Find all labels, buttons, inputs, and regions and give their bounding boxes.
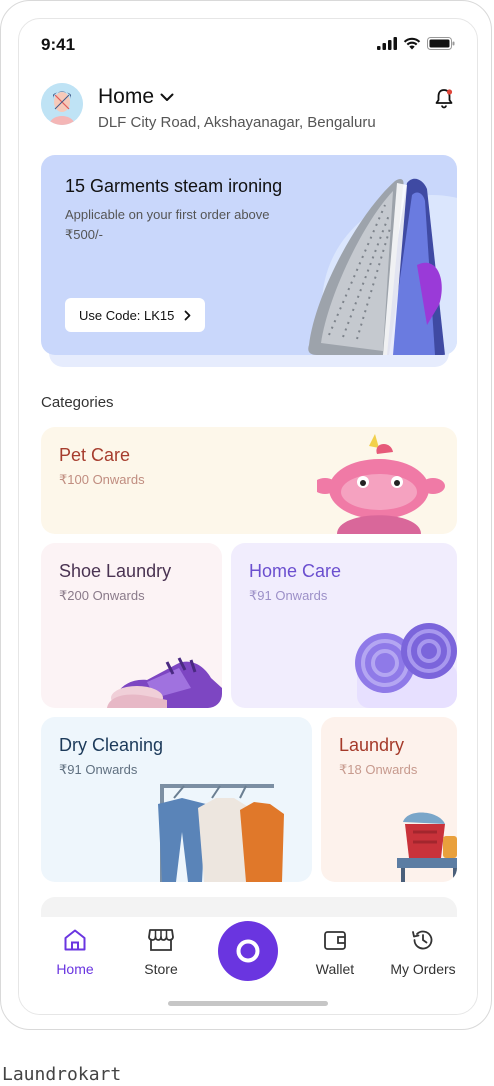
cellular-signal-icon bbox=[377, 37, 397, 50]
battery-icon bbox=[427, 37, 455, 50]
promo-code-button[interactable]: Use Code: LK15 bbox=[65, 298, 206, 332]
location-header: Home DLF City Road, Akshayanagar, Bengal… bbox=[41, 83, 455, 135]
wallet-icon bbox=[324, 931, 346, 950]
status-time: 9:41 bbox=[41, 35, 76, 54]
nav-store[interactable]: Store bbox=[121, 927, 201, 977]
category-subtitle: ₹91 Onwards bbox=[59, 762, 138, 777]
nav-home[interactable]: Home bbox=[35, 927, 115, 977]
location-title: Home bbox=[98, 85, 155, 108]
shoes-illustration bbox=[107, 657, 222, 708]
category-subtitle: ₹100 Onwards bbox=[59, 472, 145, 487]
category-title: Laundry bbox=[339, 735, 405, 755]
category-subtitle: ₹200 Onwards bbox=[59, 588, 145, 603]
phone-screen: 9:41 Home DLF City Road, Akshayanagar, B… bbox=[18, 18, 478, 1015]
rolled-towels-illustration bbox=[355, 623, 457, 708]
category-title: Pet Care bbox=[59, 445, 131, 465]
location-address: DLF City Road, Akshayanagar, Bengaluru bbox=[98, 114, 376, 131]
bottom-navigation: Home Store Wallet My Orders bbox=[19, 917, 477, 1014]
notifications-button[interactable] bbox=[433, 87, 455, 114]
history-icon bbox=[412, 930, 433, 950]
category-title: Dry Cleaning bbox=[59, 735, 164, 755]
promo-banner[interactable]: 15 Garments steam ironing Applicable on … bbox=[41, 155, 457, 355]
nav-label: Wallet bbox=[315, 961, 355, 977]
chevron-down-icon bbox=[160, 93, 174, 101]
category-title: Shoe Laundry bbox=[59, 561, 172, 581]
promo-title: 15 Garments steam ironing bbox=[65, 176, 283, 196]
circle-icon bbox=[236, 939, 260, 963]
category-card-laundry[interactable]: Laundry ₹18 Onwards bbox=[321, 717, 457, 882]
category-title: Home Care bbox=[249, 561, 342, 581]
nav-label: My Orders bbox=[390, 961, 456, 977]
quick-action-button[interactable] bbox=[218, 921, 278, 981]
home-indicator bbox=[168, 1001, 328, 1006]
chevron-right-icon bbox=[185, 310, 191, 320]
laundry-basket-illustration bbox=[397, 812, 457, 882]
nav-label: Store bbox=[144, 961, 178, 977]
device-frame: 9:41 Home DLF City Road, Akshayanagar, B… bbox=[0, 0, 492, 1030]
clothes-rack-illustration bbox=[158, 784, 284, 882]
status-bar: 9:41 bbox=[41, 35, 455, 57]
avatar[interactable] bbox=[41, 83, 83, 125]
category-subtitle: ₹18 Onwards bbox=[339, 762, 418, 777]
category-card-home-care[interactable]: Home Care ₹91 Onwards bbox=[231, 543, 457, 708]
app-caption: Laundrokart bbox=[2, 1064, 122, 1085]
steam-iron-illustration bbox=[308, 178, 457, 355]
nav-wallet[interactable]: Wallet bbox=[295, 927, 375, 977]
location-selector[interactable]: Home bbox=[98, 85, 174, 109]
nav-my-orders[interactable]: My Orders bbox=[381, 927, 465, 977]
user-avatar-icon bbox=[41, 83, 83, 125]
category-card-shoe-laundry[interactable]: Shoe Laundry ₹200 Onwards bbox=[41, 543, 222, 708]
store-icon bbox=[148, 929, 174, 951]
category-card-dry-cleaning[interactable]: Dry Cleaning ₹91 Onwards bbox=[41, 717, 312, 882]
wifi-icon bbox=[403, 37, 421, 50]
pet-mascot-illustration bbox=[317, 434, 445, 534]
promo-code-label: Use Code: LK15 bbox=[79, 307, 175, 323]
categories-heading: Categories bbox=[41, 394, 114, 411]
home-icon bbox=[64, 929, 86, 951]
category-subtitle: ₹91 Onwards bbox=[249, 588, 328, 603]
nav-label: Home bbox=[56, 961, 94, 977]
bell-icon bbox=[435, 89, 453, 109]
status-icons bbox=[377, 37, 455, 50]
category-card-pet-care[interactable]: Pet Care ₹100 Onwards bbox=[41, 427, 457, 534]
